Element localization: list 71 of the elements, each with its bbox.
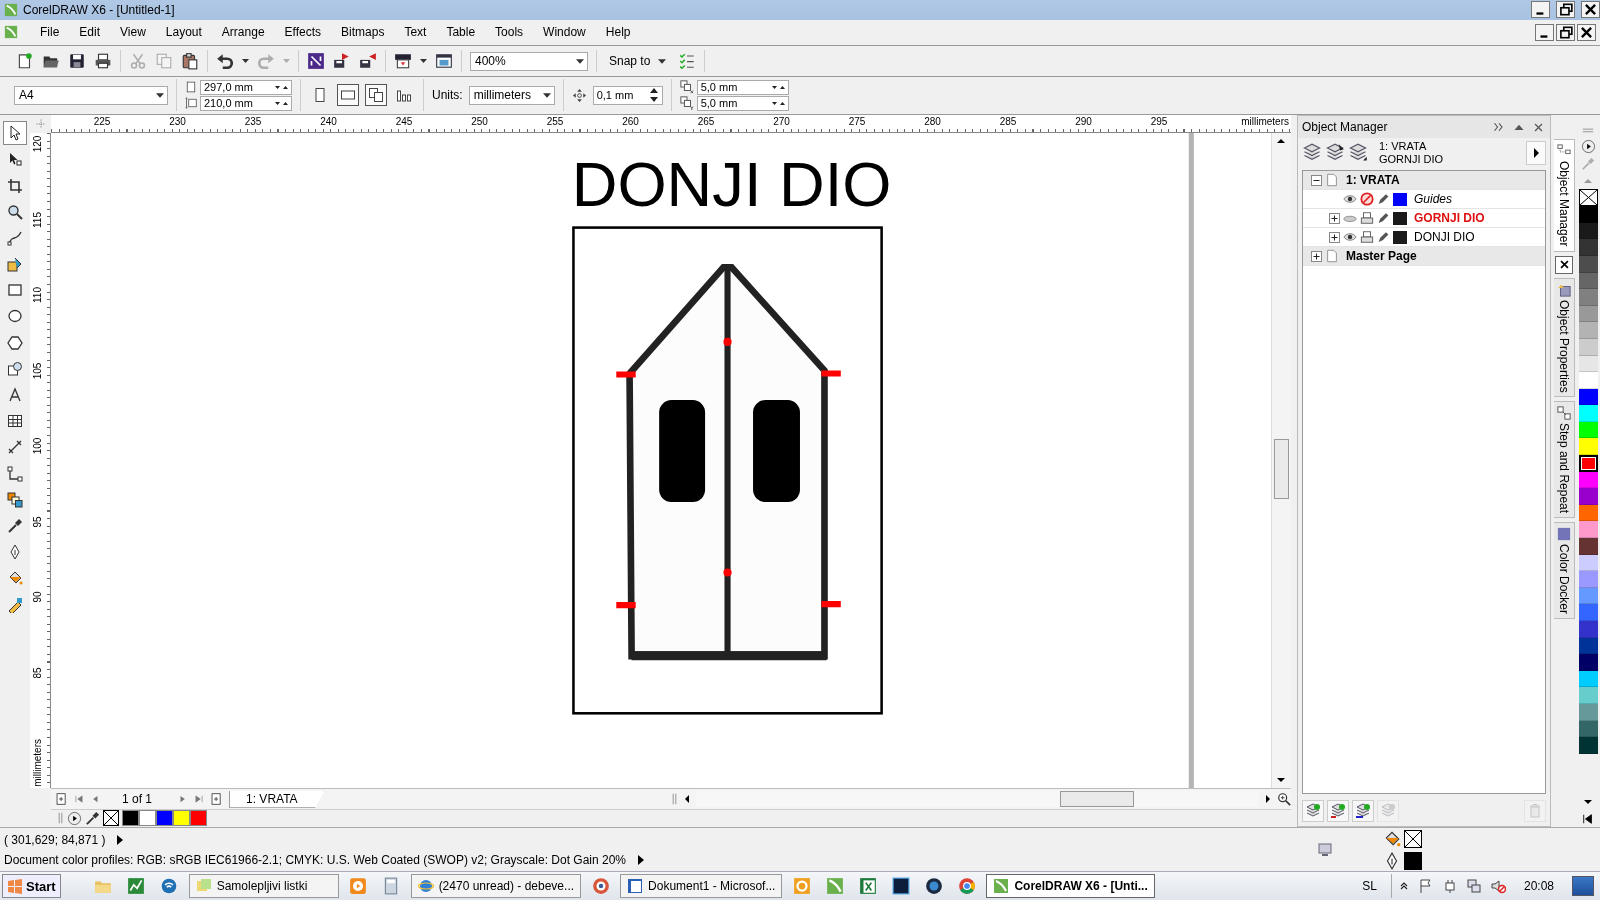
menu-item[interactable]: Tools xyxy=(485,25,534,40)
current-layer-label: GORNJI DIO xyxy=(1379,153,1445,167)
ruler-label: 230 xyxy=(169,116,186,128)
menu-item[interactable]: Bitmaps xyxy=(331,25,395,40)
menu-item[interactable]: File xyxy=(30,25,70,40)
cursor-coordinates: ( 301,629; 84,871 ) xyxy=(4,832,106,847)
nudge-field[interactable]: 0,1 mm xyxy=(592,85,663,105)
ruler-label: 265 xyxy=(697,116,715,128)
layer-label[interactable]: GORNJI DIO xyxy=(1410,211,1485,226)
menu-item[interactable]: Help xyxy=(595,25,641,40)
ruler-label: 290 xyxy=(1075,116,1092,128)
ruler-label: 105 xyxy=(32,362,43,380)
taskbar-window-button[interactable]: CorelDRAW X6 - [Unti... xyxy=(986,874,1155,899)
menu-item[interactable]: Edit xyxy=(69,25,111,40)
current-page-label: 1: VRATA xyxy=(1379,140,1428,154)
units-label: Units: xyxy=(432,88,463,103)
heading-text: DONJI DIO xyxy=(571,149,892,220)
ruler-label: 240 xyxy=(320,116,337,128)
ruler-unit-label: millimeters xyxy=(1241,116,1289,128)
menu-item[interactable]: View xyxy=(110,25,156,40)
taskbar-window-button[interactable]: Dokument1 - Microsof... xyxy=(620,874,783,899)
ruler-label: 270 xyxy=(773,116,790,128)
ruler-label: 295 xyxy=(1150,116,1168,128)
color-profiles-text: Document color profiles: RGB: sRGB IEC61966-2.1; CMYK: U.S. Web Coated (SWOP) v2; Grayscale: Dot Gain 20% xyxy=(4,852,626,867)
layer-label[interactable]: DONJI DIO xyxy=(1410,230,1475,245)
ruler-label: 95 xyxy=(32,516,43,528)
duplicate-x-field[interactable]: 5,0 mm xyxy=(696,79,789,95)
snap-to-menu[interactable]: Snap to xyxy=(605,52,671,70)
panel-title: Object Manager xyxy=(1302,120,1389,135)
menu-item[interactable]: Arrange xyxy=(211,25,275,40)
ruler-label: 235 xyxy=(244,116,262,128)
window-title: CorelDRAW X6 - [Untitled-1] xyxy=(23,2,175,17)
docker-tab[interactable]: Color Docker xyxy=(1553,522,1575,620)
page-height-field[interactable]: 210,0 mm xyxy=(200,95,292,111)
ruler-label: 260 xyxy=(622,116,639,128)
ruler-unit-label: millimeters xyxy=(32,738,43,787)
menu-item[interactable]: Effects xyxy=(274,25,332,40)
zoom-level-dropdown[interactable]: 400% xyxy=(470,51,588,71)
ruler-label: 85 xyxy=(32,667,43,679)
page-width-field[interactable]: 297,0 mm xyxy=(200,79,292,95)
page-size-dropdown[interactable]: A4 xyxy=(14,85,168,105)
ruler-label: 115 xyxy=(32,212,43,228)
ruler-label: 255 xyxy=(546,116,564,128)
ruler-label: 275 xyxy=(848,116,866,128)
ruler-label: 225 xyxy=(93,116,111,128)
page-counter: 1 of 1 xyxy=(121,792,154,807)
taskbar-window-button[interactable]: Samolepljivi listki xyxy=(188,874,339,899)
menu-item[interactable]: Window xyxy=(533,25,596,40)
ruler-label: 280 xyxy=(924,116,941,128)
docker-tab[interactable]: Object Manager xyxy=(1553,139,1575,252)
page-label[interactable]: 1: VRATA xyxy=(1342,173,1400,188)
start-button[interactable]: Start xyxy=(2,874,61,899)
layer-label[interactable]: Guides xyxy=(1410,192,1453,207)
ruler-label: 120 xyxy=(32,136,43,153)
menu-item[interactable]: Layout xyxy=(155,25,212,40)
ruler-label: 250 xyxy=(471,116,488,128)
ruler-label: 100 xyxy=(32,438,43,455)
duplicate-y-field[interactable]: 5,0 mm xyxy=(696,95,789,111)
docker-tab[interactable]: Object Properties xyxy=(1553,277,1575,398)
ruler-label: 110 xyxy=(32,287,43,304)
units-dropdown[interactable]: millimeters xyxy=(468,85,555,105)
clock: 20:08 xyxy=(1522,879,1555,894)
menu-item[interactable]: Table xyxy=(436,25,486,40)
page-tab[interactable]: 1: VRATA xyxy=(229,790,325,808)
taskbar-window-button[interactable]: (2470 unread) - debeve... xyxy=(410,874,582,899)
docker-tab[interactable]: Step and Repeat xyxy=(1553,401,1575,519)
ruler-label: 245 xyxy=(395,116,413,128)
language-indicator[interactable]: SL xyxy=(1348,879,1391,894)
ruler-label: 285 xyxy=(999,116,1017,128)
menu-item[interactable]: Text xyxy=(394,25,437,40)
ruler-label: 90 xyxy=(32,591,43,604)
